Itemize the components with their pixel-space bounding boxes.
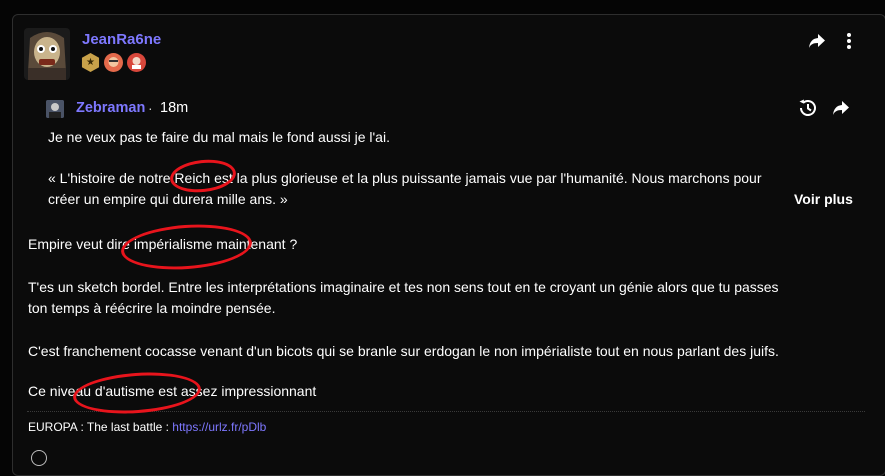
quote-share-icon[interactable] bbox=[832, 100, 850, 121]
quote-author-avatar[interactable] bbox=[46, 100, 64, 118]
signature-text: EUROPA : The last battle : bbox=[28, 420, 173, 434]
signature: EUROPA : The last battle : https://urlz.… bbox=[28, 420, 266, 434]
quote-author-name[interactable]: Zebraman bbox=[76, 100, 145, 116]
history-icon[interactable] bbox=[798, 98, 818, 123]
body-paragraph-2b: ton temps à réécrire la moindre pensée. bbox=[28, 300, 276, 316]
more-options-icon[interactable] bbox=[846, 33, 852, 54]
quote-line-3: créer un empire qui durera mille ans. » bbox=[48, 191, 288, 207]
author-avatar[interactable] bbox=[24, 28, 70, 80]
quote-line-1: Je ne veux pas te faire du mal mais le f… bbox=[48, 129, 390, 145]
share-icon[interactable] bbox=[808, 33, 826, 54]
body-paragraph-1: Empire veut dire impérialisme maintenant… bbox=[28, 236, 298, 252]
body-paragraph-3: C'est franchement cocasse venant d'un bi… bbox=[28, 343, 779, 359]
star-badge-icon[interactable]: ★ bbox=[81, 53, 100, 72]
author-badges: ★ bbox=[81, 53, 146, 72]
author-name[interactable]: JeanRa6ne bbox=[82, 31, 161, 48]
see-more-button[interactable]: Voir plus bbox=[794, 191, 853, 207]
quoted-message: Zebraman · 18m Je ne veux pas te faire d… bbox=[28, 92, 871, 220]
body-paragraph-4: Ce niveau d'autisme est assez impression… bbox=[28, 383, 317, 399]
red-badge-icon[interactable] bbox=[127, 53, 146, 72]
bottom-action-icon[interactable] bbox=[31, 450, 47, 466]
signature-link[interactable]: https://urlz.fr/pDlb bbox=[172, 420, 266, 434]
quote-line-2: « L'histoire de notre Reich est la plus … bbox=[48, 170, 762, 186]
signature-divider bbox=[27, 411, 865, 412]
separator-dot: · bbox=[148, 100, 153, 116]
body-paragraph-2a: T'es un sketch bordel. Entre les interpr… bbox=[28, 279, 779, 295]
face-badge-icon[interactable] bbox=[104, 53, 123, 72]
quote-timestamp: 18m bbox=[160, 100, 189, 116]
